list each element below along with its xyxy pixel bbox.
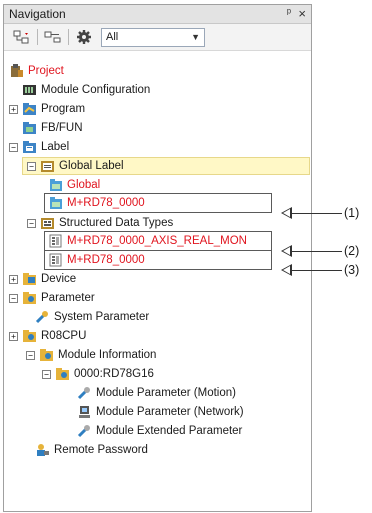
tree-item-module-extended-parameter[interactable]: Module Extended Parameter (77, 422, 242, 440)
global-label: Global (67, 179, 101, 191)
global-label-label: Global Label (59, 160, 124, 172)
navigation-toolbar: All ▼ (4, 24, 311, 51)
tree-item-m-rd78-0000-label[interactable]: M+RD78_0000 (48, 194, 145, 212)
navigation-titlebar: Navigation ᵖ × (4, 5, 311, 24)
parameter-icon (22, 291, 37, 305)
callout-arrow-1 (281, 207, 292, 219)
collapse-icon[interactable]: − (9, 293, 18, 303)
device-icon (22, 272, 37, 286)
rd78g16-label: 0000:RD78G16 (74, 368, 154, 380)
collapse-icon[interactable]: − (42, 369, 51, 379)
parameter-label: Parameter (41, 292, 95, 304)
label-label: Label (41, 141, 70, 153)
expand-icon[interactable]: + (9, 274, 18, 284)
callout-arrow-2 (281, 245, 292, 257)
settings-gear-icon[interactable] (73, 27, 95, 47)
remote-password-label: Remote Password (54, 444, 148, 456)
filter-value: All (106, 31, 119, 43)
collapse-icon[interactable]: − (27, 218, 36, 228)
wrench-icon (77, 424, 92, 438)
collapse-icon[interactable]: − (27, 161, 36, 171)
collapse-view-icon[interactable] (42, 27, 64, 47)
global-icon (48, 178, 63, 192)
module-parameter-motion-label: Module Parameter (Motion) (96, 387, 236, 399)
callout-line-2 (292, 251, 342, 252)
module-parameter-network-label: Module Parameter (Network) (96, 406, 244, 418)
callout-line-3 (292, 270, 342, 271)
module-information-icon (39, 348, 54, 362)
network-parameter-icon (77, 405, 92, 419)
module-folder-icon (55, 367, 70, 381)
tree-item-program[interactable]: + Program (9, 100, 85, 118)
navigation-panel: Navigation ᵖ × All ▼ Project Module Conf… (3, 4, 312, 512)
tree-item-r08cpu[interactable]: + R08CPU (9, 327, 86, 345)
structured-data-types-icon (40, 216, 55, 230)
callout-line-1 (292, 213, 342, 214)
callout-label-3: (3) (344, 263, 360, 277)
tree-item-module-information[interactable]: − Module Information (26, 346, 156, 364)
tree-item-fb-fun[interactable]: FB/FUN (9, 119, 83, 137)
structured-data-types-label: Structured Data Types (59, 217, 174, 229)
expand-icon[interactable]: + (9, 104, 18, 114)
tree-item-label[interactable]: − Label (9, 138, 69, 156)
program-label: Program (41, 103, 86, 115)
tree-item-global-label[interactable]: − Global Label (22, 157, 310, 175)
r08cpu-label: R08CPU (41, 330, 87, 342)
device-label: Device (41, 273, 77, 285)
callout-label-2: (2) (344, 244, 360, 258)
collapse-icon[interactable]: − (9, 142, 18, 152)
tree-item-axis-real-mon[interactable]: M+RD78_0000_AXIS_REAL_MON (48, 232, 247, 250)
tree-item-system-parameter[interactable]: System Parameter (35, 308, 149, 326)
close-icon[interactable]: × (298, 6, 306, 21)
tree-item-structured-data-types[interactable]: − Structured Data Types (27, 214, 173, 232)
system-parameter-icon (35, 310, 50, 324)
module-configuration-label: Module Configuration (41, 84, 151, 96)
panel-title: Navigation (9, 7, 66, 21)
expand-icon[interactable]: + (9, 331, 18, 341)
tree-item-remote-password[interactable]: Remote Password (35, 441, 148, 459)
pin-icon[interactable]: ᵖ (287, 7, 291, 19)
label-folder-icon (22, 140, 37, 154)
tree-item-global[interactable]: Global (48, 176, 100, 194)
module-configuration-icon (22, 83, 37, 97)
project-tree: Project Module Configuration + Program F… (4, 54, 311, 511)
cpu-icon (22, 329, 37, 343)
structure-icon (48, 234, 63, 248)
module-information-label: Module Information (58, 349, 157, 361)
filter-dropdown[interactable]: All ▼ (101, 27, 205, 47)
m-rd78-0000-struct-label: M+RD78_0000 (67, 254, 145, 266)
callout-label-1: (1) (344, 206, 360, 220)
fb-fun-label: FB/FUN (41, 122, 83, 134)
project-icon (9, 64, 24, 78)
module-extended-parameter-label: Module Extended Parameter (96, 425, 243, 437)
chevron-down-icon: ▼ (191, 31, 200, 42)
tree-item-0000-rd78g16[interactable]: − 0000:RD78G16 (42, 365, 154, 383)
tree-item-parameter[interactable]: − Parameter (9, 289, 95, 307)
wrench-icon (77, 386, 92, 400)
system-parameter-label: System Parameter (54, 311, 150, 323)
remote-password-icon (35, 443, 50, 457)
tree-item-device[interactable]: + Device (9, 270, 76, 288)
tree-item-module-configuration[interactable]: Module Configuration (9, 81, 150, 99)
tree-item-project[interactable]: Project (9, 62, 64, 80)
program-icon (22, 102, 37, 116)
axis-real-mon-label: M+RD78_0000_AXIS_REAL_MON (67, 235, 247, 247)
callout-arrow-3 (281, 264, 292, 276)
collapse-icon[interactable]: − (26, 350, 35, 360)
project-label: Project (28, 65, 64, 77)
tree-item-m-rd78-0000-struct[interactable]: M+RD78_0000 (48, 251, 145, 269)
tree-view-icon[interactable] (11, 27, 33, 47)
tree-item-module-parameter-network[interactable]: Module Parameter (Network) (77, 403, 244, 421)
global-label-icon (40, 159, 55, 173)
structure-icon (48, 253, 63, 267)
toolbar-separator (37, 29, 38, 45)
m-rd78-0000-label: M+RD78_0000 (67, 197, 145, 209)
toolbar-separator (68, 29, 69, 45)
tree-item-module-parameter-motion[interactable]: Module Parameter (Motion) (77, 384, 236, 402)
fb-fun-icon (22, 121, 37, 135)
global-icon (48, 196, 63, 210)
